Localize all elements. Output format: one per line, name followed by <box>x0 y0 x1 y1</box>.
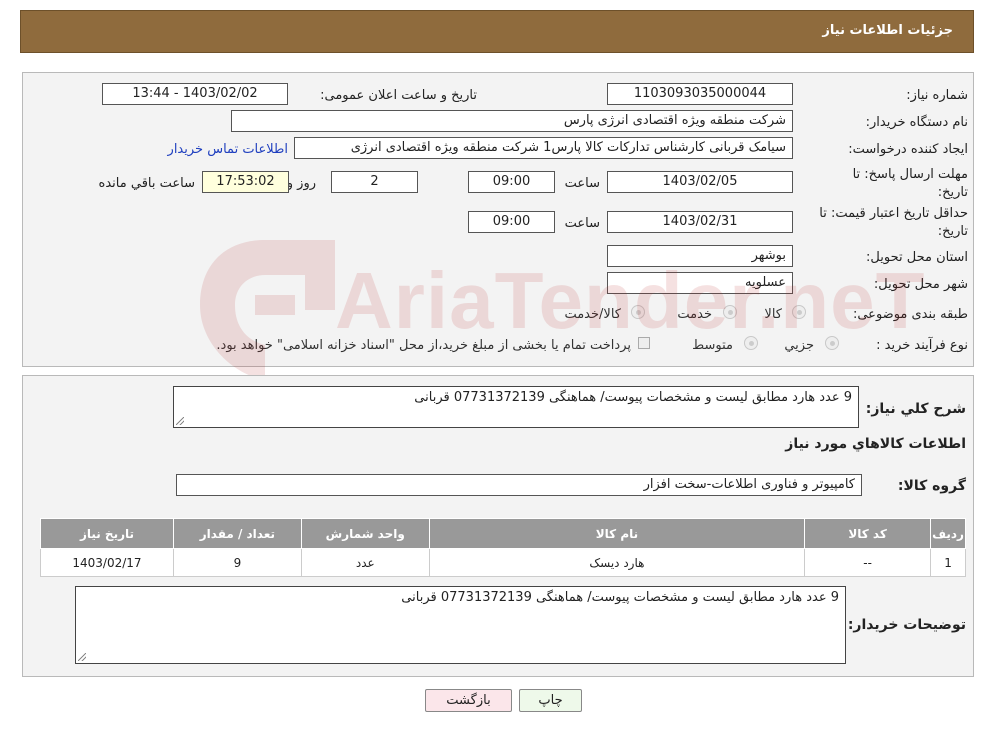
process-option-minor: جزیي <box>784 338 814 353</box>
days-field: 2 <box>331 171 418 193</box>
process-radio-medium[interactable] <box>744 336 758 350</box>
col-header-need-date: تاریخ نیاز <box>40 518 174 549</box>
print-button[interactable]: چاپ <box>519 689 582 712</box>
remaining-label: ساعت باقي مانده <box>98 176 195 191</box>
deadline-label: مهلت ارسال پاسخ: تا تاریخ: <box>852 167 968 200</box>
table-header-row: رديف کد کالا نام کالا واحد شمارش تعداد /… <box>40 518 966 549</box>
summary-text: 9 عدد هارد مطابق لیست و مشخصات پیوست/ هم… <box>414 390 852 405</box>
group-label: گروه کالا: <box>897 478 966 494</box>
creator-field: سیامک قربانی کارشناس تدارکات کالا پارس1 … <box>294 137 793 159</box>
buyer-org-field: شرکت منطقه ویژه اقتصادی انرژی پارس <box>231 110 793 132</box>
province-field: بوشهر <box>607 245 793 267</box>
validity-date-field: 1403/02/31 <box>607 211 793 233</box>
items-title: اطلاعات کالاهاي مورد نياز <box>785 436 966 452</box>
announce-field: 1403/02/02 - 13:44 <box>102 83 288 105</box>
buyer-notes-textarea[interactable]: 9 عدد هارد مطابق لیست و مشخصات پیوست/ هم… <box>75 586 846 664</box>
treasury-checkbox[interactable] <box>638 337 650 349</box>
validity-label: حداقل تاریخ اعتبار قیمت: تا تاریخ: <box>819 206 968 239</box>
creator-label: ایجاد کننده درخواست: <box>848 142 968 157</box>
cell-need-date: 1403/02/17 <box>40 548 174 577</box>
validity-time-label: ساعت <box>564 216 600 231</box>
process-radio-minor[interactable] <box>825 336 839 350</box>
contact-buyer-link[interactable]: اطلاعات تماس خریدار <box>168 142 288 157</box>
cell-quantity: 9 <box>172 548 302 577</box>
validity-time-field: 09:00 <box>468 211 555 233</box>
process-label: نوع فرآیند خرید : <box>876 338 968 353</box>
items-table-wrapper: رديف کد کالا نام کالا واحد شمارش تعداد /… <box>40 518 966 577</box>
province-label: استان محل تحویل: <box>866 250 968 265</box>
summary-label: شرح كلي نياز: <box>865 401 966 417</box>
category-radio-service[interactable] <box>723 305 737 319</box>
group-field: کامپیوتر و فناوری اطلاعات-سخت افزار <box>176 474 862 496</box>
items-table: رديف کد کالا نام کالا واحد شمارش تعداد /… <box>40 518 966 577</box>
col-header-unit: واحد شمارش <box>300 518 430 549</box>
buyer-notes-text: 9 عدد هارد مطابق لیست و مشخصات پیوست/ هم… <box>401 590 839 605</box>
buyer-org-label: نام دستگاه خریدار: <box>865 115 968 130</box>
category-option-service: خدمت <box>677 307 712 322</box>
col-header-row-number: رديف <box>930 518 966 549</box>
page-title: جزئیات اطلاعات نیاز <box>822 23 953 38</box>
back-button[interactable]: بازگشت <box>425 689 512 712</box>
summary-textarea[interactable]: 9 عدد هارد مطابق لیست و مشخصات پیوست/ هم… <box>173 386 859 428</box>
remaining-time-field: 17:53:02 <box>202 171 289 193</box>
category-option-goods-service: کالا/خدمت <box>564 307 621 322</box>
days-label: روز و <box>286 176 316 191</box>
announce-label: تاریخ و ساعت اعلان عمومی: <box>320 88 477 103</box>
need-number-field: 1103093035000044 <box>607 83 793 105</box>
category-label: طبقه بندی موضوعی: <box>852 307 968 322</box>
need-number-label: شماره نیاز: <box>906 88 968 103</box>
deadline-date-field: 1403/02/05 <box>607 171 793 193</box>
resize-handle-icon[interactable] <box>78 653 86 661</box>
cell-item-name: هارد دیسک <box>428 548 806 577</box>
process-note: پرداخت تمام یا بخشی از مبلغ خرید،از محل … <box>216 338 631 353</box>
cell-row-number: 1 <box>930 548 966 577</box>
city-field: عسلویه <box>607 272 793 294</box>
deadline-time-label: ساعت <box>564 176 600 191</box>
deadline-time-field: 09:00 <box>468 171 555 193</box>
buyer-notes-label: توضیحات خریدار: <box>847 617 966 633</box>
category-option-goods: کالا <box>764 307 782 322</box>
cell-item-code: -- <box>804 548 932 577</box>
city-label: شهر محل تحویل: <box>873 277 968 292</box>
resize-handle-icon[interactable] <box>176 417 184 425</box>
col-header-item-name: نام کالا <box>428 518 806 549</box>
table-row: 1 -- هارد دیسک عدد 9 1403/02/17 <box>40 548 966 577</box>
cell-unit: عدد <box>300 548 430 577</box>
page-header: جزئیات اطلاعات نیاز <box>20 10 974 53</box>
col-header-item-code: کد کالا <box>804 518 932 549</box>
category-radio-goods[interactable] <box>792 305 806 319</box>
category-radio-goods-service[interactable] <box>631 305 645 319</box>
col-header-quantity: تعداد / مقدار <box>172 518 302 549</box>
process-option-medium: متوسط <box>692 338 733 353</box>
